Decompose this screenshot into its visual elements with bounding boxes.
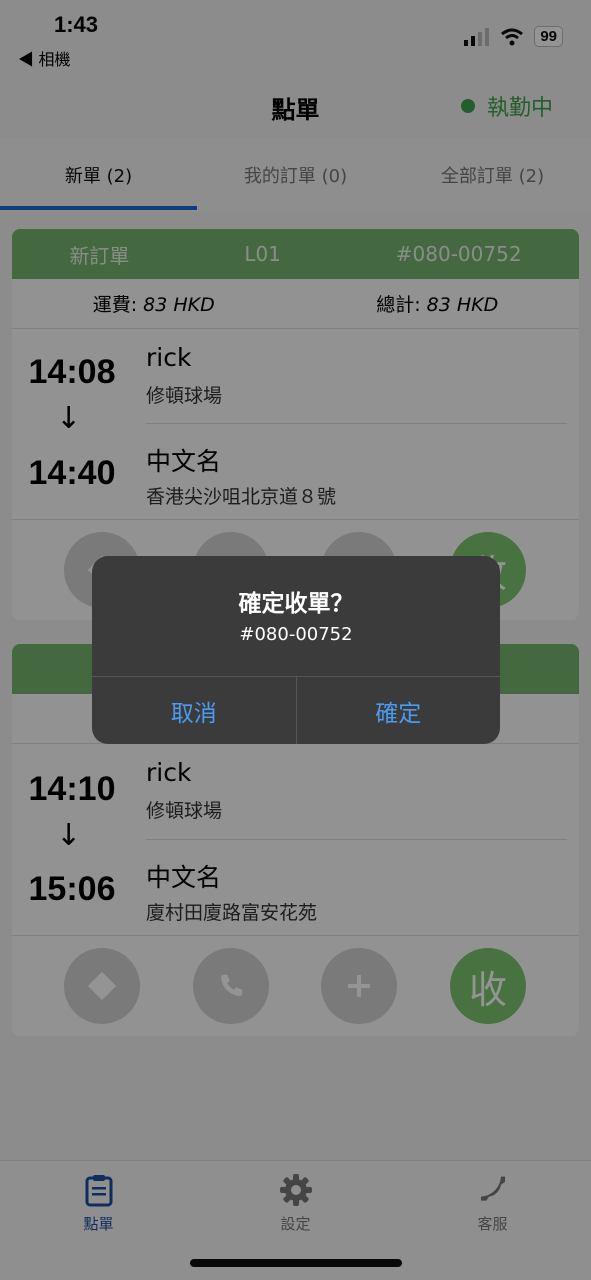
dialog-message: #080-00752 — [239, 624, 353, 645]
dialog-title: 確定收單？ — [238, 591, 354, 617]
confirm-dialog: 確定收單？ #080-00752 取消 確定 — [92, 556, 500, 744]
confirm-button[interactable]: 確定 — [295, 677, 501, 744]
cancel-button[interactable]: 取消 — [92, 677, 296, 744]
dialog-buttons: 取消 確定 — [92, 676, 500, 744]
